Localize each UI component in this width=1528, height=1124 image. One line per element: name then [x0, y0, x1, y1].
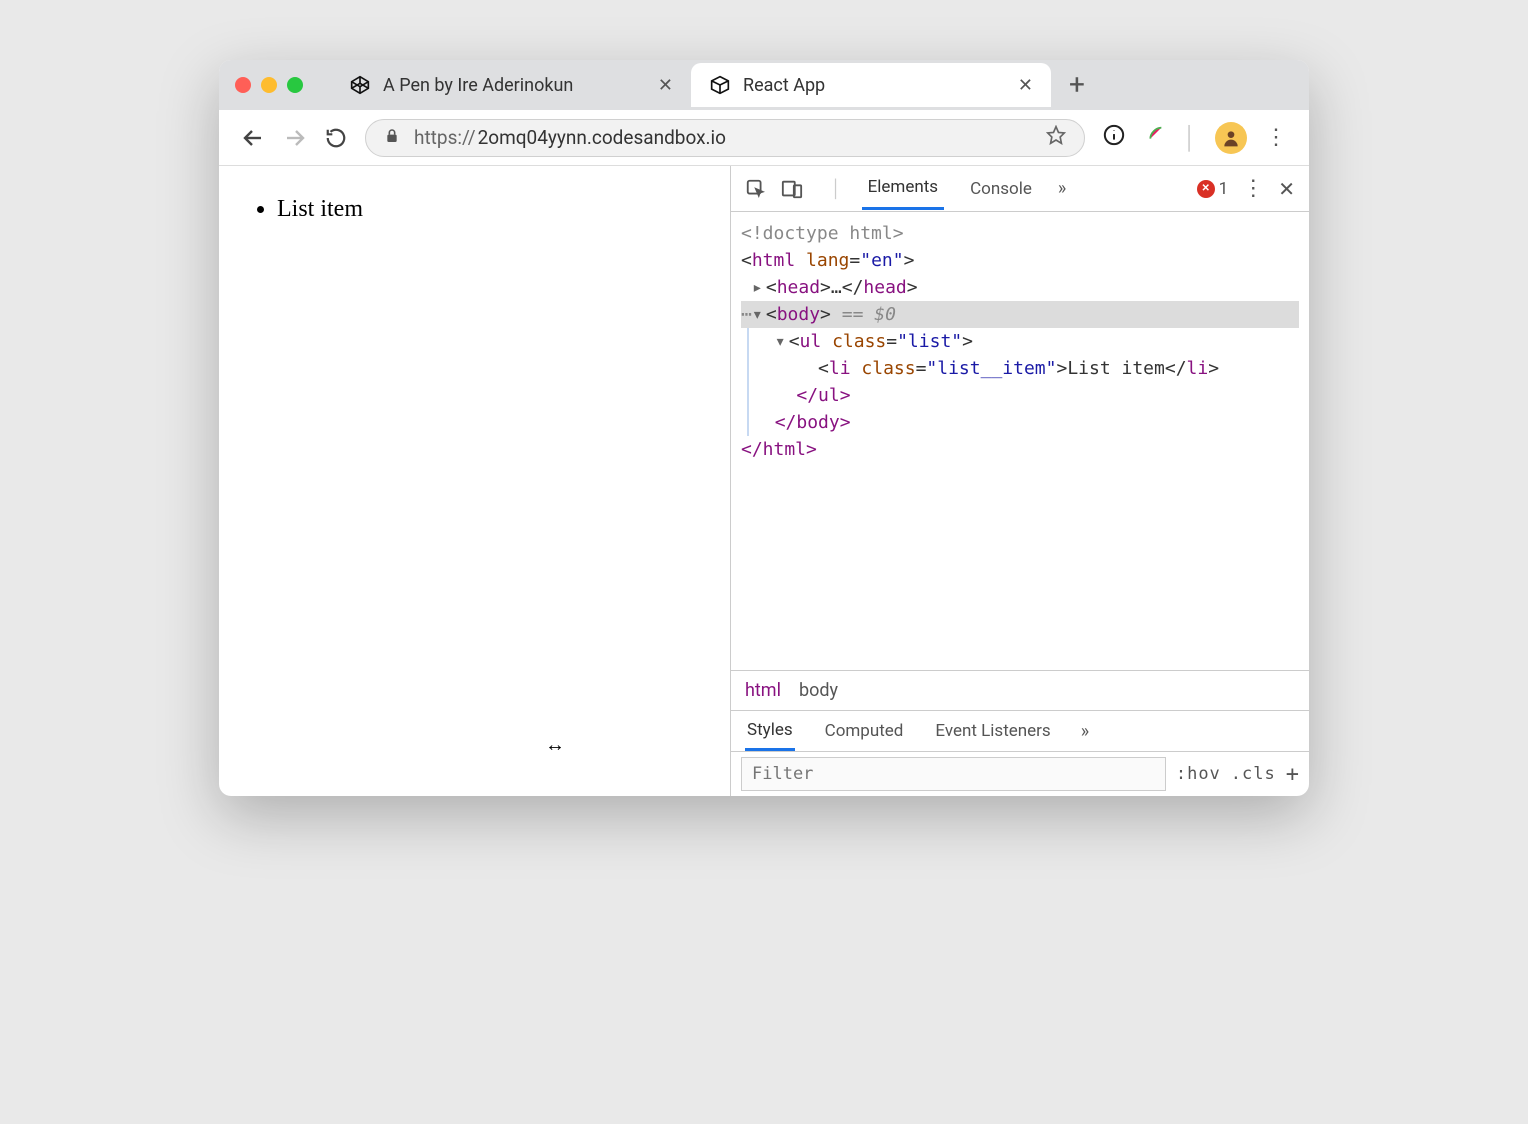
styles-drawer-tabs: Styles Computed Event Listeners »: [731, 710, 1309, 752]
forward-button[interactable]: [283, 126, 307, 150]
extension-feather-icon[interactable]: [1143, 124, 1165, 152]
bookmark-star-icon[interactable]: [1046, 125, 1066, 150]
dom-tree[interactable]: <!doctype html> <html lang="en"> ▸<head>…: [731, 212, 1309, 670]
minimize-window-icon[interactable]: [261, 77, 277, 93]
tab-react-app[interactable]: React App ✕: [691, 63, 1051, 107]
devtools-panel: │ Elements Console » 1 ⋮ ✕ <!doctype htm…: [731, 166, 1309, 796]
url-scheme: https://: [414, 126, 476, 149]
maximize-window-icon[interactable]: [287, 77, 303, 93]
close-tab-icon[interactable]: ✕: [658, 75, 673, 96]
tab-title: React App: [743, 75, 825, 96]
dom-ul-close[interactable]: </ul>: [753, 382, 1299, 409]
crumb-html[interactable]: html: [745, 680, 781, 701]
error-icon: [1197, 180, 1215, 198]
styles-filter-input[interactable]: [741, 757, 1166, 791]
devtools-close-icon[interactable]: ✕: [1278, 177, 1295, 201]
dom-body-selected[interactable]: ⋯▾<body> == $0: [741, 301, 1299, 328]
more-styles-tabs-icon[interactable]: »: [1081, 721, 1089, 742]
codepen-icon: [349, 74, 371, 96]
new-style-rule-icon[interactable]: +: [1286, 762, 1299, 787]
dom-breadcrumb: html body: [731, 670, 1309, 710]
url-host: 2omq04yynn.codesandbox.io: [478, 126, 726, 149]
address-bar[interactable]: https://2omq04yynn.codesandbox.io: [365, 119, 1085, 157]
tab-codepen[interactable]: A Pen by Ire Aderinokun ✕: [331, 63, 691, 107]
rendered-page: List item ↔: [219, 166, 731, 796]
codesandbox-icon: [709, 74, 731, 96]
dom-body-close[interactable]: </body>: [753, 409, 1299, 436]
extension-info-icon[interactable]: [1103, 124, 1125, 152]
lock-icon: [384, 126, 400, 149]
dom-html-close[interactable]: </html>: [741, 436, 1299, 463]
close-window-icon[interactable]: [235, 77, 251, 93]
inspect-element-icon[interactable]: [745, 178, 767, 200]
dom-ul-open[interactable]: ▾<ul class="list">: [753, 328, 1299, 355]
dom-html-open[interactable]: <html lang="en">: [741, 247, 1299, 274]
hov-toggle[interactable]: :hov: [1176, 764, 1221, 784]
tab-strip: A Pen by Ire Aderinokun ✕ React App ✕ +: [219, 60, 1309, 110]
styles-filter-row: :hov .cls +: [731, 752, 1309, 796]
tab-computed[interactable]: Computed: [823, 713, 906, 749]
devtools-menu-icon[interactable]: ⋮: [1242, 176, 1264, 201]
resize-handle-icon[interactable]: ↔: [545, 734, 565, 757]
dom-li[interactable]: <li class="list__item">List item</li>: [753, 355, 1299, 382]
browser-menu-icon[interactable]: ⋮: [1265, 125, 1287, 150]
dom-doctype[interactable]: <!doctype html>: [741, 220, 1299, 247]
error-badge[interactable]: 1: [1197, 179, 1229, 199]
close-tab-icon[interactable]: ✕: [1018, 75, 1033, 96]
dom-head[interactable]: ▸<head>…</head>: [741, 274, 1299, 301]
reload-button[interactable]: [325, 127, 347, 149]
tab-event-listeners[interactable]: Event Listeners: [933, 713, 1052, 749]
profile-avatar[interactable]: [1215, 122, 1247, 154]
list-item: List item: [277, 196, 700, 223]
device-toolbar-icon[interactable]: [781, 178, 803, 200]
list: List item: [249, 196, 700, 223]
toolbar: https://2omq04yynn.codesandbox.io │ ⋮: [219, 110, 1309, 166]
more-tabs-icon[interactable]: »: [1058, 178, 1066, 199]
tab-styles[interactable]: Styles: [745, 712, 795, 751]
devtools-tabbar: │ Elements Console » 1 ⋮ ✕: [731, 166, 1309, 212]
tab-console[interactable]: Console: [964, 169, 1038, 209]
cls-toggle[interactable]: .cls: [1231, 764, 1276, 784]
content-row: List item ↔ │ Elements Console »: [219, 166, 1309, 796]
back-button[interactable]: [241, 126, 265, 150]
tab-elements[interactable]: Elements: [862, 167, 944, 210]
window-controls: [235, 77, 303, 93]
crumb-body[interactable]: body: [799, 680, 838, 701]
browser-window: A Pen by Ire Aderinokun ✕ React App ✕ + …: [219, 60, 1309, 796]
separator: │: [1183, 125, 1197, 151]
tab-title: A Pen by Ire Aderinokun: [383, 75, 573, 96]
new-tab-button[interactable]: +: [1069, 71, 1085, 99]
error-count: 1: [1219, 179, 1229, 199]
